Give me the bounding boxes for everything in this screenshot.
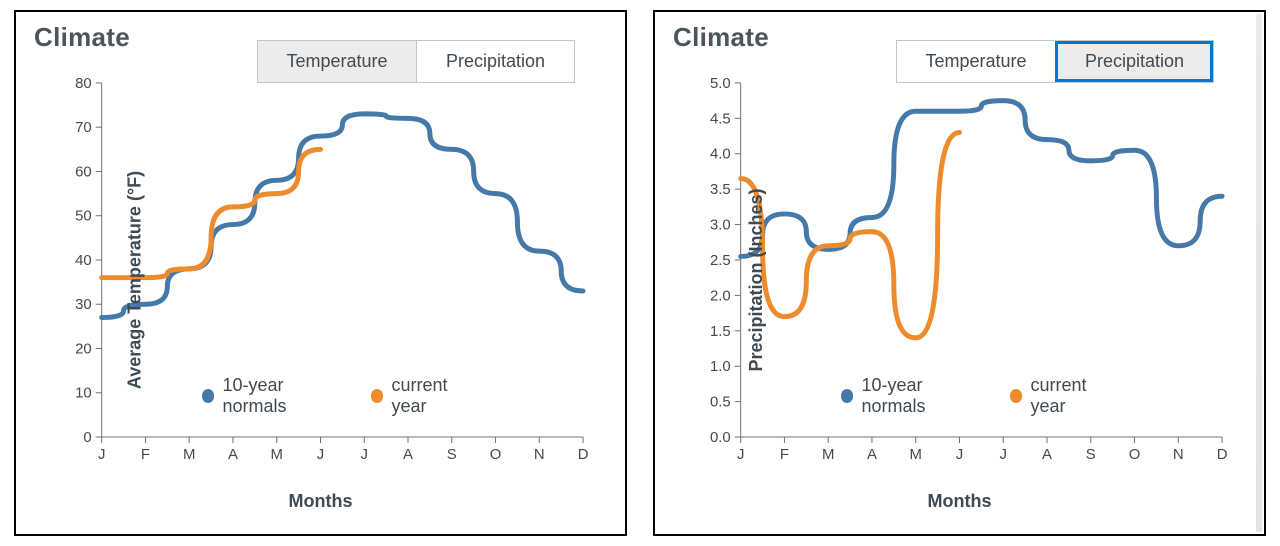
legend-dot-current-icon (1010, 389, 1023, 403)
svg-text:J: J (956, 447, 963, 463)
svg-text:J: J (317, 447, 324, 463)
legend: 10-year normals current year (841, 375, 1120, 417)
svg-text:S: S (1086, 447, 1096, 463)
svg-text:N: N (534, 447, 545, 463)
svg-text:J: J (1000, 447, 1007, 463)
svg-text:80: 80 (75, 76, 92, 92)
svg-text:40: 40 (75, 253, 92, 269)
svg-text:70: 70 (75, 120, 92, 136)
svg-text:1.0: 1.0 (710, 359, 731, 375)
svg-text:N: N (1173, 447, 1184, 463)
legend-item-normals: 10-year normals (202, 375, 343, 417)
legend-label-current: current year (1030, 375, 1119, 417)
scrollbar-hint (1256, 14, 1262, 532)
y-axis-label: Precipitation (Inches) (746, 188, 767, 371)
svg-text:M: M (910, 447, 922, 463)
svg-text:J: J (737, 447, 744, 463)
svg-text:M: M (271, 447, 283, 463)
svg-text:1.5: 1.5 (710, 324, 731, 340)
legend-label-current: current year (391, 375, 480, 417)
legend-label-normals: 10-year normals (861, 375, 981, 417)
temperature-chart: 0 10 20 30 40 50 60 70 80 J F M A M J J A S O N D (40, 71, 597, 489)
svg-text:30: 30 (75, 297, 92, 313)
legend-label-normals: 10-year normals (222, 375, 342, 417)
svg-text:0: 0 (83, 430, 91, 446)
svg-text:A: A (1042, 447, 1052, 463)
svg-text:20: 20 (75, 341, 92, 357)
svg-text:D: D (1217, 447, 1228, 463)
svg-text:50: 50 (75, 209, 92, 225)
x-axis-label: Months (673, 491, 1246, 512)
svg-text:3.5: 3.5 (710, 182, 731, 198)
legend-item-current: current year (371, 375, 480, 417)
svg-text:60: 60 (75, 164, 92, 180)
svg-text:A: A (403, 447, 413, 463)
svg-text:4.5: 4.5 (710, 111, 731, 127)
svg-text:A: A (867, 447, 877, 463)
svg-text:O: O (490, 447, 502, 463)
svg-text:M: M (822, 447, 834, 463)
climate-panel-precipitation: Climate Temperature Precipitation 0.00.5… (653, 10, 1266, 536)
x-axis-label: Months (34, 491, 607, 512)
svg-text:J: J (98, 447, 105, 463)
climate-panel-temperature: Climate Temperature Precipitation 010203… (14, 10, 627, 536)
svg-text:O: O (1129, 447, 1141, 463)
svg-text:D: D (578, 447, 589, 463)
y-axis-label: Average Temperature (°F) (125, 171, 146, 389)
legend-item-current: current year (1010, 375, 1119, 417)
svg-text:5.0: 5.0 (710, 76, 731, 92)
svg-text:4.0: 4.0 (710, 147, 731, 163)
svg-text:S: S (447, 447, 457, 463)
svg-text:F: F (141, 447, 150, 463)
legend-dot-normals-icon (841, 389, 854, 403)
plot-area: 0 10 20 30 40 50 60 70 80 J F M A M J J A S O N D Average Te… (40, 71, 597, 489)
plot-area: 0.0 0.5 1.0 1.5 2.0 2.5 3.0 3.5 4.0 4.5 5.0 J F M A M J J… (679, 71, 1236, 489)
svg-text:10: 10 (75, 386, 92, 402)
legend: 10-year normals current year (202, 375, 481, 417)
svg-text:0.0: 0.0 (710, 430, 731, 446)
stage: Climate Temperature Precipitation 010203… (0, 0, 1280, 546)
legend-dot-normals-icon (202, 389, 215, 403)
svg-text:3.0: 3.0 (710, 218, 731, 234)
svg-text:M: M (183, 447, 195, 463)
svg-text:0.5: 0.5 (710, 395, 731, 411)
svg-text:2.5: 2.5 (710, 253, 731, 269)
legend-item-normals: 10-year normals (841, 375, 982, 417)
svg-text:2.0: 2.0 (710, 288, 731, 304)
legend-dot-current-icon (371, 389, 384, 403)
svg-text:J: J (361, 447, 368, 463)
svg-text:F: F (780, 447, 789, 463)
svg-text:A: A (228, 447, 238, 463)
